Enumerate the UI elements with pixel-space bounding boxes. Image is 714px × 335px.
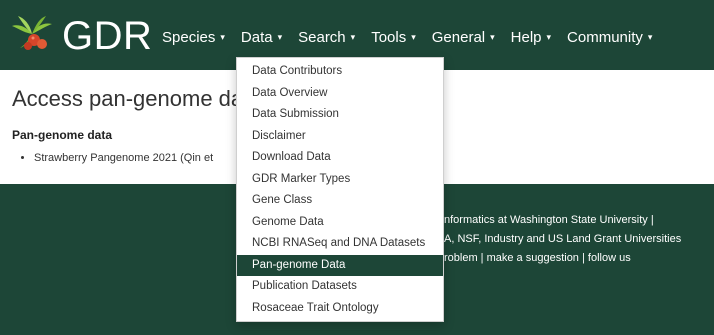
nav-community[interactable]: Community ▾ <box>567 29 652 46</box>
chevron-down-icon: ▾ <box>350 31 356 42</box>
menu-item-ncbi-rnaseq-dna[interactable]: NCBI RNASeq and DNA Datasets <box>237 233 443 255</box>
footer-links-line[interactable]: roblem | make a suggestion | follow us <box>444 252 631 264</box>
main-menu: Species ▾ Data ▾ Search ▾ Tools ▾ General ▾ H… <box>162 24 668 50</box>
menu-item-disclaimer[interactable]: Disclaimer <box>237 126 443 148</box>
data-dropdown-menu: Data Contributors Data Overview Data Sub… <box>236 57 444 322</box>
nav-species[interactable]: Species ▾ <box>162 29 225 46</box>
nav-tools[interactable]: Tools ▾ <box>371 29 416 46</box>
menu-item-pan-genome-data[interactable]: Pan-genome Data <box>237 254 443 276</box>
nav-search[interactable]: Search ▾ <box>298 29 355 46</box>
menu-item-gdr-marker-types[interactable]: GDR Marker Types <box>237 169 443 191</box>
menu-item-download-data[interactable]: Download Data <box>237 147 443 169</box>
site-name: GDR <box>62 14 153 58</box>
menu-item-rosaceae-trait-ontology[interactable]: Rosaceae Trait Ontology <box>237 298 443 320</box>
menu-item-publication-datasets[interactable]: Publication Datasets <box>237 276 443 298</box>
menu-item-data-overview[interactable]: Data Overview <box>237 83 443 105</box>
site-logo[interactable]: GDR <box>10 14 152 58</box>
menu-item-genome-data[interactable]: Genome Data <box>237 212 443 234</box>
menu-item-data-contributors[interactable]: Data Contributors <box>237 61 443 83</box>
nav-general[interactable]: General ▾ <box>432 29 495 46</box>
strawberry-leaf-icon <box>12 16 52 50</box>
nav-data[interactable]: Data ▾ <box>241 29 282 46</box>
chevron-down-icon: ▾ <box>490 31 495 42</box>
footer-funding-line: A, NSF, Industry and US Land Grant Unive… <box>444 233 682 245</box>
nav-help[interactable]: Help ▾ <box>511 29 551 46</box>
chevron-down-icon: ▾ <box>220 31 225 42</box>
chevron-down-icon: ▾ <box>546 31 552 42</box>
chevron-down-icon: ▾ <box>647 31 653 42</box>
chevron-down-icon: ▾ <box>411 31 416 42</box>
chevron-down-icon: ▾ <box>277 31 283 42</box>
menu-item-gene-class[interactable]: Gene Class <box>237 190 443 212</box>
footer-credit-line: nformatics at Washington State Universit… <box>444 214 654 226</box>
menu-item-data-submission[interactable]: Data Submission <box>237 104 443 126</box>
